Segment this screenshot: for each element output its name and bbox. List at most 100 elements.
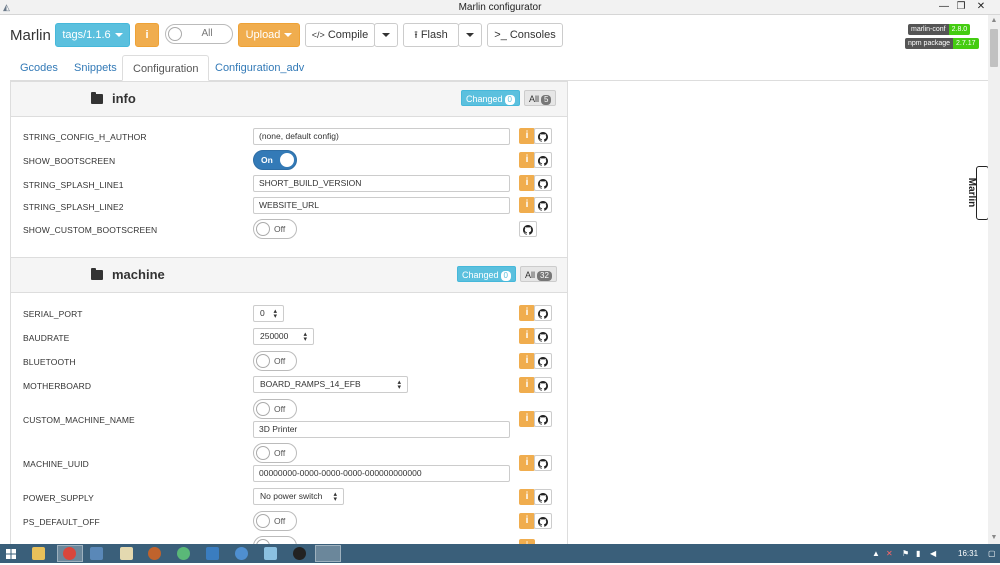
all-toggle[interactable]: All — [165, 24, 233, 44]
compile-button[interactable]: </> Compile — [305, 23, 375, 47]
page-scrollbar[interactable]: ▲ ▼ — [988, 15, 1000, 544]
flag-icon[interactable]: ⚑ — [902, 549, 909, 558]
folder-icon — [91, 268, 103, 280]
bluetooth-toggle[interactable]: Off — [253, 351, 297, 371]
tab-gcodes[interactable]: Gcodes — [10, 55, 68, 81]
tab-configuration[interactable]: Configuration — [122, 55, 210, 81]
all-filter-button[interactable]: All 32 — [520, 266, 557, 282]
flash-button[interactable]: ⭱ Flash — [403, 23, 459, 47]
github-icon[interactable] — [534, 328, 552, 344]
info-icon[interactable]: i — [519, 513, 535, 529]
info-icon[interactable]: i — [519, 411, 535, 427]
custom-machine-name-toggle[interactable]: Off — [253, 399, 297, 419]
app-icon[interactable] — [264, 547, 277, 560]
app-icon[interactable] — [206, 547, 219, 560]
window-titlebar: ◭ Marlin configurator — ❐ ✕ — [0, 0, 1000, 15]
option-label: POWER_SUPPLY — [23, 493, 94, 503]
show-bootscreen-toggle[interactable]: On — [253, 150, 297, 170]
machine-uuid-toggle[interactable]: Off — [253, 443, 297, 463]
info-icon[interactable]: i — [519, 377, 535, 393]
string-config-author-input[interactable]: (none, default config) — [253, 128, 510, 145]
machine-uuid-input[interactable]: 00000000-0000-0000-0000-000000000000 — [253, 465, 510, 482]
tab-configuration-adv[interactable]: Configuration_adv — [205, 55, 314, 81]
github-icon[interactable] — [519, 221, 537, 237]
next-option-toggle[interactable] — [253, 536, 297, 544]
splash-line2-input[interactable]: WEBSITE_URL — [253, 197, 510, 214]
battery-icon[interactable]: ▮ — [916, 549, 920, 558]
tab-snippets[interactable]: Snippets — [64, 55, 127, 81]
all-count: 32 — [537, 271, 552, 281]
github-icon[interactable] — [534, 128, 552, 144]
github-icon[interactable] — [534, 152, 552, 168]
github-icon[interactable] — [534, 489, 552, 505]
github-icon[interactable] — [534, 411, 552, 427]
github-icon[interactable] — [534, 377, 552, 393]
all-filter-button[interactable]: All 5 — [524, 90, 557, 106]
app-icon[interactable] — [148, 547, 161, 560]
tray-chevron-icon[interactable]: ▲ — [872, 549, 880, 558]
scrollbar-thumb[interactable] — [990, 29, 998, 67]
toggle-knob — [256, 222, 270, 236]
info-icon[interactable]: i — [519, 489, 535, 505]
app-icon[interactable] — [177, 547, 190, 560]
show-custom-bootscreen-toggle[interactable]: Off — [253, 219, 297, 239]
tags-dropdown-button[interactable]: tags/1.1.6 — [55, 23, 130, 47]
app-icon[interactable] — [90, 547, 103, 560]
sort-arrows-icon: ▴ ▾ — [303, 331, 307, 343]
restore-button[interactable]: ❐ — [950, 0, 972, 15]
github-icon[interactable] — [534, 455, 552, 471]
file-explorer-icon[interactable] — [32, 547, 45, 560]
github-icon[interactable] — [534, 353, 552, 369]
toggle-knob — [280, 153, 294, 167]
info-icon[interactable]: i — [519, 175, 535, 191]
consoles-button[interactable]: >_ Consoles — [487, 23, 563, 47]
github-icon[interactable] — [534, 175, 552, 191]
power-supply-select[interactable]: No power switch ▴ ▾ — [253, 488, 344, 505]
github-icon[interactable] — [534, 513, 552, 529]
notifications-icon[interactable]: ▢ — [988, 549, 996, 558]
flash-options-button[interactable] — [458, 23, 482, 47]
changed-filter-button[interactable]: Changed 0 — [461, 90, 520, 106]
ps-default-off-toggle[interactable]: Off — [253, 511, 297, 531]
info-icon[interactable]: i — [519, 128, 535, 144]
changed-filter-button[interactable]: Changed 0 — [457, 266, 516, 282]
custom-machine-name-input[interactable]: 3D Printer — [253, 421, 510, 438]
info-icon[interactable]: i — [519, 455, 535, 471]
serial-port-select[interactable]: 0 ▴ ▾ — [253, 305, 284, 322]
app-icon[interactable] — [235, 547, 248, 560]
splash-line1-input[interactable]: SHORT_BUILD_VERSION — [253, 175, 510, 192]
taskbar-marlin-item[interactable] — [315, 545, 341, 562]
windows-start-icon[interactable] — [5, 547, 17, 559]
info-icon[interactable]: i — [519, 353, 535, 369]
info-icon[interactable]: i — [519, 305, 535, 321]
info-icon[interactable]: i — [519, 197, 535, 213]
info-button[interactable]: i — [135, 23, 159, 47]
section-header-info[interactable]: info Changed 0 All 5 — [11, 81, 567, 117]
baudrate-select[interactable]: 250000 ▴ ▾ — [253, 328, 314, 345]
network-warning-icon[interactable]: ✕ — [886, 549, 893, 558]
chrome-icon[interactable] — [63, 547, 76, 560]
close-button[interactable]: ✕ — [970, 0, 992, 15]
github-icon[interactable] — [534, 197, 552, 213]
section-header-machine[interactable]: machine Changed 0 All 32 — [11, 257, 567, 293]
scroll-down-arrow-icon[interactable]: ▼ — [988, 532, 1000, 544]
scroll-up-arrow-icon[interactable]: ▲ — [988, 15, 1000, 27]
window-title: Marlin configurator — [458, 2, 542, 13]
compile-options-button[interactable] — [374, 23, 398, 47]
taskbar-clock[interactable]: 16:31 — [958, 549, 978, 558]
option-label: SERIAL_PORT — [23, 309, 83, 319]
toggle-knob — [256, 446, 270, 460]
motherboard-select[interactable]: BOARD_RAMPS_14_EFB ▴ ▾ — [253, 376, 408, 393]
info-icon[interactable]: i — [519, 152, 535, 168]
github-icon[interactable] — [534, 305, 552, 321]
folder-icon — [91, 92, 103, 104]
info-icon[interactable]: i — [519, 328, 535, 344]
upload-button[interactable]: Upload — [238, 23, 300, 47]
all-toggle-label: All — [201, 28, 213, 39]
app-icon[interactable] — [293, 547, 306, 560]
toggle-knob — [168, 27, 182, 41]
section-title: info — [112, 91, 136, 106]
volume-icon[interactable]: ◀ — [930, 549, 936, 558]
document-icon[interactable] — [120, 547, 133, 560]
option-label: PS_DEFAULT_OFF — [23, 517, 100, 527]
